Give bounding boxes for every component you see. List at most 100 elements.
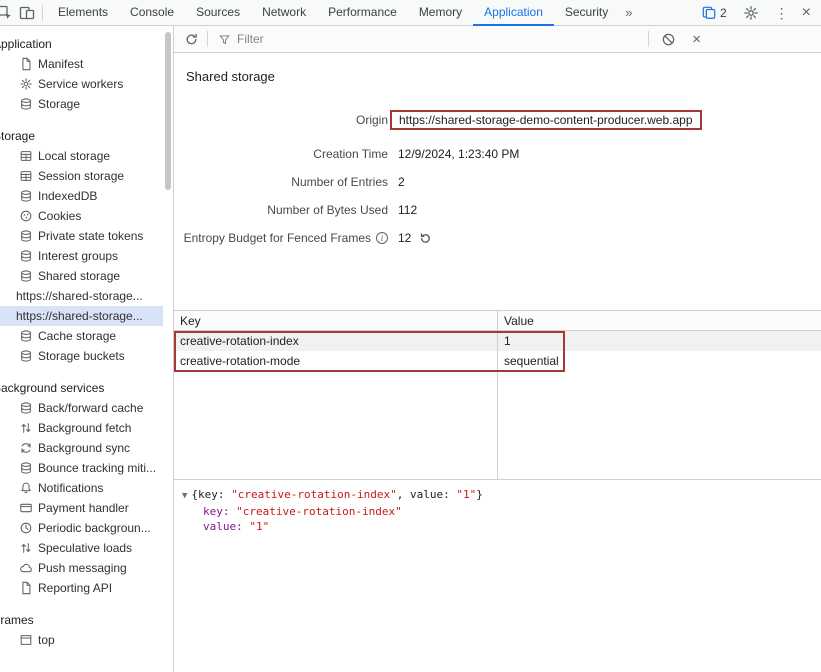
more-tabs-button[interactable]: » bbox=[619, 5, 638, 20]
sidebar-item-https-shared-storage-1[interactable]: https://shared-storage... bbox=[0, 306, 163, 326]
database-icon bbox=[19, 329, 33, 343]
tab-network[interactable]: Network bbox=[251, 0, 317, 26]
refresh-icon[interactable] bbox=[184, 32, 199, 47]
inspect-element-icon[interactable] bbox=[0, 5, 13, 21]
tabbar-left-tools bbox=[0, 5, 47, 21]
sidebar-item-cookies[interactable]: Cookies bbox=[0, 206, 163, 226]
document-icon bbox=[19, 581, 33, 595]
sidebar-tree: ApplicationManifest Service workers Storag… bbox=[0, 34, 163, 650]
tab-security[interactable]: Security bbox=[554, 0, 619, 26]
sidebar-item-label: Background sync bbox=[38, 441, 130, 455]
column-header-value[interactable]: Value bbox=[497, 311, 821, 330]
sidebar-item-shared-storage[interactable]: Shared storage bbox=[0, 266, 163, 286]
settings-gear-icon[interactable] bbox=[743, 5, 759, 21]
filter-placeholder: Filter bbox=[237, 32, 264, 46]
page-title: Shared storage bbox=[186, 69, 809, 84]
sidebar-item-reporting-api[interactable]: Reporting API bbox=[0, 578, 163, 598]
clear-all-icon[interactable] bbox=[661, 32, 676, 47]
devtools-window: ElementsConsoleSourcesNetworkPerformance… bbox=[0, 0, 821, 672]
column-divider[interactable] bbox=[497, 311, 498, 479]
sidebar-item-private-state-tokens[interactable]: Private state tokens bbox=[0, 226, 163, 246]
delete-selected-icon[interactable]: × bbox=[682, 31, 709, 48]
tab-sources[interactable]: Sources bbox=[185, 0, 251, 26]
sidebar-item-background-sync[interactable]: Background sync bbox=[0, 438, 163, 458]
metadata-value: 12/9/2024, 1:23:40 PM bbox=[398, 147, 519, 161]
application-sidebar: ApplicationManifest Service workers Storag… bbox=[0, 26, 173, 672]
sidebar-item-https-shared-storage-0[interactable]: https://shared-storage... bbox=[0, 286, 163, 306]
preview-token: "1" bbox=[456, 488, 476, 501]
sidebar-item-speculative-loads[interactable]: Speculative loads bbox=[0, 538, 163, 558]
toolbar-divider bbox=[207, 31, 208, 47]
sidebar-scrollbar[interactable] bbox=[164, 28, 172, 668]
tab-performance[interactable]: Performance bbox=[317, 0, 408, 26]
tab-elements[interactable]: Elements bbox=[47, 0, 119, 26]
preview-token: } bbox=[476, 488, 483, 501]
sidebar-item-top[interactable]: top bbox=[0, 630, 163, 650]
sidebar-item-label: Storage buckets bbox=[38, 349, 125, 363]
filter-funnel-icon bbox=[218, 33, 231, 46]
tab-memory[interactable]: Memory bbox=[408, 0, 473, 26]
tab-console[interactable]: Console bbox=[119, 0, 185, 26]
bell-icon bbox=[19, 481, 33, 495]
filter-input[interactable]: Filter bbox=[218, 32, 644, 46]
sidebar-item-push-messaging[interactable]: Push messaging bbox=[0, 558, 163, 578]
preview-token: {key: bbox=[191, 488, 231, 501]
devtools-tabbar: ElementsConsoleSourcesNetworkPerformance… bbox=[0, 0, 821, 26]
preview-token: , value: bbox=[397, 488, 457, 501]
preview-summary-parts: {key: "creative-rotation-index", value: … bbox=[191, 488, 482, 501]
metadata-label-text: Origin bbox=[356, 113, 388, 127]
metadata-value-text: 2 bbox=[398, 175, 405, 189]
storage-items-grid: Key Value creative-rotation-index1creati… bbox=[174, 310, 821, 480]
issues-badge[interactable]: 2 bbox=[702, 6, 727, 20]
sidebar-item-storage-buckets[interactable]: Storage buckets bbox=[0, 346, 163, 366]
cloud-icon bbox=[19, 561, 33, 575]
metadata-row-entropy-budget-for-fenced-frames: Entropy Budget for Fenced Framesi12 bbox=[186, 224, 809, 252]
sidebar-item-background-fetch[interactable]: Background fetch bbox=[0, 418, 163, 438]
sidebar-item-storage[interactable]: Storage bbox=[0, 94, 163, 114]
metadata-list: Origin https://shared-storage-demo-conten… bbox=[186, 100, 809, 252]
metadata-label: Origin bbox=[186, 113, 398, 127]
sidebar-item-back-forward-cache[interactable]: Back/forward cache bbox=[0, 398, 163, 418]
tab-application[interactable]: Application bbox=[473, 0, 554, 26]
shared-storage-panel: Filter × Shared storage Origin https://sh… bbox=[173, 26, 821, 672]
property-value: "creative-rotation-index" bbox=[236, 505, 402, 518]
sidebar-item-session-storage[interactable]: Session storage bbox=[0, 166, 163, 186]
metadata-label-text: Number of Entries bbox=[291, 175, 388, 189]
sidebar-item-periodic-backgroun[interactable]: Periodic backgroun... bbox=[0, 518, 163, 538]
sidebar-item-payment-handler[interactable]: Payment handler bbox=[0, 498, 163, 518]
reset-budget-icon[interactable] bbox=[419, 232, 432, 245]
section-header-background-services: Background services bbox=[0, 378, 163, 398]
metadata-value: https://shared-storage-demo-content-prod… bbox=[398, 110, 702, 130]
kebab-menu-icon[interactable]: ⋮ bbox=[775, 6, 789, 20]
sidebar-item-label: Session storage bbox=[38, 169, 124, 183]
section-header-application: Application bbox=[0, 34, 163, 54]
frame-icon bbox=[19, 633, 33, 647]
sidebar-item-service-workers[interactable]: Service workers bbox=[0, 74, 163, 94]
database-icon bbox=[19, 349, 33, 363]
sidebar-item-indexeddb[interactable]: IndexedDB bbox=[0, 186, 163, 206]
up-down-arrows-icon bbox=[19, 421, 33, 435]
metadata-value-text: 12/9/2024, 1:23:40 PM bbox=[398, 147, 519, 161]
device-toolbar-icon[interactable] bbox=[19, 5, 35, 21]
metadata-value: 2 bbox=[398, 175, 405, 189]
preview-object-line[interactable]: ▼ {key: "creative-rotation-index", value:… bbox=[182, 487, 813, 504]
close-devtools-icon[interactable]: × bbox=[802, 5, 811, 21]
expander-triangle-icon[interactable]: ▼ bbox=[182, 491, 187, 501]
sidebar-item-interest-groups[interactable]: Interest groups bbox=[0, 246, 163, 266]
sidebar-item-manifest[interactable]: Manifest bbox=[0, 54, 163, 74]
preview-property-key: key: "creative-rotation-index" bbox=[182, 504, 813, 519]
database-icon bbox=[19, 229, 33, 243]
tab-strip: ElementsConsoleSourcesNetworkPerformance… bbox=[47, 0, 619, 26]
sidebar-item-label: Periodic backgroun... bbox=[38, 521, 151, 535]
sidebar-item-local-storage[interactable]: Local storage bbox=[0, 146, 163, 166]
column-header-key[interactable]: Key bbox=[174, 311, 497, 330]
devtools-body: ApplicationManifest Service workers Storag… bbox=[0, 26, 821, 672]
sidebar-item-notifications[interactable]: Notifications bbox=[0, 478, 163, 498]
sidebar-item-label: top bbox=[38, 633, 55, 647]
sidebar-item-label: Service workers bbox=[38, 77, 123, 91]
sidebar-item-bounce-tracking-miti[interactable]: Bounce tracking miti... bbox=[0, 458, 163, 478]
gear-icon bbox=[19, 77, 33, 91]
sidebar-item-cache-storage[interactable]: Cache storage bbox=[0, 326, 163, 346]
property-name: key: bbox=[203, 505, 236, 518]
scrollbar-thumb[interactable] bbox=[165, 32, 171, 190]
